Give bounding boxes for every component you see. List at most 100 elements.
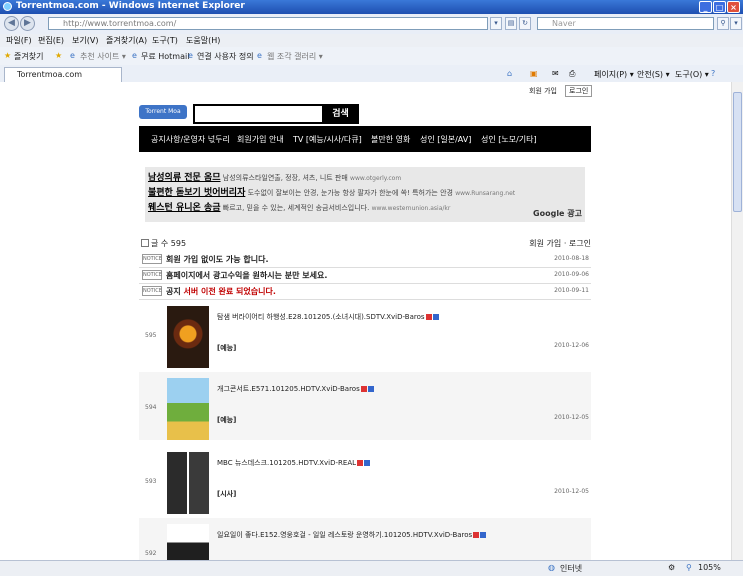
ad-2[interactable]: 불편한 돋보기 벗어버리자 도수없이 잘보이는 안경, 눈가능 항상 팔자가 한… (148, 185, 515, 198)
address-bar[interactable]: http://www.torrentmoa.com/ (48, 17, 488, 30)
join-link[interactable]: 회원 가입 (529, 86, 557, 96)
post-thumbnail[interactable] (167, 524, 209, 560)
nav-adult-other[interactable]: 성인 [노모/기타] (481, 134, 537, 145)
minimize-button[interactable]: _ (699, 1, 712, 13)
notice-date: 2010-09-06 (554, 271, 589, 278)
site-search-button[interactable]: 검색 (322, 104, 359, 124)
vertical-scrollbar[interactable] (731, 82, 743, 560)
notice-row[interactable]: NOTICE 공지 서버 이전 완료 되었습니다. 2010-09-11 (139, 283, 591, 300)
tab-bar: Torrentmoa.com ⌂ ▣ ✉ ⎙ 페이지(P) ▾ 안전(S) ▾ … (0, 65, 743, 83)
compat-view-icon[interactable]: ▤ (505, 17, 517, 30)
notice-title-text[interactable]: 서버 이전 완료 되었습니다. (184, 287, 276, 296)
protected-mode-icon[interactable]: ⚙ (668, 563, 675, 572)
fav-suggested-sites[interactable]: 추천 사이트 ▾ (80, 51, 126, 62)
status-bar: ◍ 인터넷 ⚙ ⚲ 105% (0, 560, 743, 576)
forward-button[interactable]: ▶ (20, 16, 35, 31)
ad-1[interactable]: 남성의류 전문 옴므 남성의류스타일연출, 정장, 셔츠, 니트 판매 www.… (148, 170, 401, 183)
tab-torrentmoa[interactable]: Torrentmoa.com (4, 67, 122, 82)
notice-title[interactable]: 회원 가입 없이도 가능 합니다. (166, 254, 269, 265)
maximize-button[interactable]: □ (713, 1, 726, 13)
close-button[interactable]: × (727, 1, 740, 13)
ad-title[interactable]: 웨스턴 유니온 송금 (148, 203, 221, 213)
file-icon (432, 314, 439, 320)
fav-customize-links[interactable]: 연결 사용자 정의 (197, 51, 254, 62)
ad-3[interactable]: 웨스턴 유니온 송금 빠르고, 믿을 수 있는, 세계적인 송금서비스입니다. … (148, 200, 450, 213)
home-icon[interactable]: ⌂ (507, 69, 512, 78)
post-category[interactable]: [예능] (217, 415, 236, 425)
post-number: 593 (145, 478, 157, 485)
post-row[interactable]: 595 탐샘 버라이어티 하행성.E28.101205.(소녀시대).SDTV.… (139, 300, 591, 368)
post-thumbnail[interactable] (167, 306, 209, 368)
cmd-tools[interactable]: 도구(O) ▾ (675, 69, 709, 80)
fav-hotmail[interactable]: 무료 Hotmail (141, 51, 189, 62)
notice-tag: NOTICE (142, 254, 162, 264)
post-number: 595 (145, 332, 157, 339)
fav-web-slice-gallery[interactable]: 웹 조각 갤러리 ▾ (267, 51, 323, 62)
post-thumbnail[interactable] (167, 378, 209, 440)
menu-favorites[interactable]: 즐겨찾기(A) (106, 35, 147, 46)
nav-adult-jp[interactable]: 성인 [일본/AV] (420, 134, 471, 145)
new-icon (425, 314, 432, 320)
site-logo[interactable]: Torrent Moa (139, 105, 187, 119)
zoom-icon[interactable]: ⚲ (686, 563, 692, 572)
ad-title[interactable]: 남성의류 전문 옴므 (148, 173, 221, 183)
ad-url: www.otgerly.com (350, 175, 402, 182)
new-icon (360, 386, 367, 392)
refresh-icon[interactable]: ↻ (519, 17, 531, 30)
nav-notice[interactable]: 공지사항/운영자 넋두리 (151, 134, 230, 145)
post-number: 592 (145, 550, 157, 557)
menu-tools[interactable]: 도구(T) (152, 35, 178, 46)
rss-icon[interactable]: ▣ (530, 69, 538, 78)
post-title[interactable]: 개그콘서트.E571.101205.HDTV.XviD-Baros (217, 384, 374, 394)
post-title[interactable]: MBC 뉴스데스크.101205.HDTV.XviD-REAL (217, 458, 371, 468)
notice-title[interactable]: 홈페이지에서 광고수익을 원하시는 분만 보세요. (166, 270, 327, 281)
back-button[interactable]: ◀ (4, 16, 19, 31)
post-thumbnail[interactable] (167, 452, 209, 514)
post-row[interactable]: 593 MBC 뉴스데스크.101205.HDTV.XviD-REAL [시사]… (139, 446, 591, 514)
help-icon[interactable]: ? (711, 69, 715, 78)
nav-movies[interactable]: 볼만한 영화 (371, 134, 410, 145)
ad-desc: 도수없이 잘보이는 안경, 눈가능 항상 팔자가 한눈에 쏙! 특허가는 안경 (247, 189, 453, 197)
nav-tv[interactable]: TV [예능/시사/다큐] (293, 134, 362, 145)
favorites-bar: ★ 즐겨찾기 ★ e 추천 사이트 ▾ e 무료 Hotmail e 연결 사용… (0, 47, 743, 66)
file-icon (480, 532, 487, 538)
login-button[interactable]: 로그인 (565, 85, 593, 97)
nav-join-guide[interactable]: 회원가입 안내 (237, 134, 284, 145)
google-ads-label[interactable]: Google 광고 (533, 208, 582, 219)
address-dropdown-button[interactable]: ▾ (490, 17, 502, 30)
search-icon[interactable]: ⚲ (717, 17, 729, 30)
cmd-page[interactable]: 페이지(P) ▾ (594, 69, 634, 80)
post-title[interactable]: 탐샘 버라이어티 하행성.E28.101205.(소녀시대).SDTV.XviD… (217, 312, 439, 322)
post-row[interactable]: 594 개그콘서트.E571.101205.HDTV.XviD-Baros [예… (139, 372, 591, 440)
ad-url: www.Runsarang.net (455, 190, 516, 197)
post-date: 2010-12-06 (554, 342, 589, 349)
post-category[interactable]: [예능] (217, 343, 236, 353)
post-title[interactable]: 일요일이 좋다.E152.영웅호걸 - 일일 레스토랑 운영하기.101205.… (217, 530, 487, 540)
zoom-level[interactable]: 105% (698, 563, 721, 572)
ie-icon (3, 2, 12, 11)
notice-date: 2010-09-11 (554, 287, 589, 294)
new-icon (473, 532, 480, 538)
menu-edit[interactable]: 편집(E) (38, 35, 64, 46)
page-content: 회원 가입 로그인 Torrent Moa 검색 공지사항/운영자 넋두리 회원… (0, 82, 731, 560)
favorites-button[interactable]: 즐겨찾기 (14, 51, 43, 62)
search-options-button[interactable]: ▾ (730, 17, 742, 30)
post-category[interactable]: [시사] (217, 489, 236, 499)
menu-file[interactable]: 파일(F) (6, 35, 32, 46)
add-favorite-icon[interactable]: ★ (55, 51, 62, 60)
mail-icon[interactable]: ✉ (552, 69, 559, 78)
notice-row[interactable]: NOTICE 회원 가입 없이도 가능 합니다. 2010-08-18 (139, 251, 591, 268)
search-input[interactable]: Naver (537, 17, 714, 30)
cmd-safety[interactable]: 안전(S) ▾ (637, 69, 670, 80)
print-icon[interactable]: ⎙ (569, 69, 575, 79)
member-links[interactable]: 회원 가입 · 로그인 (529, 238, 591, 249)
notice-row[interactable]: NOTICE 홈페이지에서 광고수익을 원하시는 분만 보세요. 2010-09… (139, 267, 591, 284)
scroll-thumb[interactable] (733, 92, 742, 212)
notice-date: 2010-08-18 (554, 255, 589, 262)
menu-help[interactable]: 도움말(H) (186, 35, 220, 46)
ie-page-icon: e (70, 51, 75, 60)
menu-view[interactable]: 보기(V) (72, 35, 98, 46)
post-row[interactable]: 592 일요일이 좋다.E152.영웅호걸 - 일일 레스토랑 운영하기.101… (139, 518, 591, 560)
notice-title[interactable]: 공지 서버 이전 완료 되었습니다. (166, 286, 276, 297)
ad-title[interactable]: 불편한 돋보기 벗어버리자 (148, 188, 245, 198)
